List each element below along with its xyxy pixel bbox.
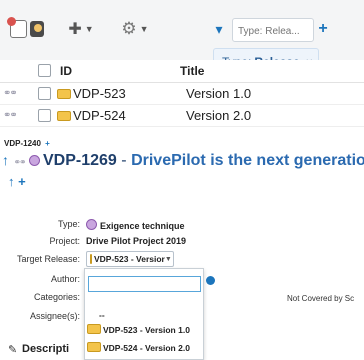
chevron-down-icon: ▼	[139, 24, 149, 34]
release-icon	[90, 254, 92, 264]
exigence-icon	[86, 219, 97, 230]
release-icon	[57, 89, 71, 99]
link-icon: ⚭⚭	[13, 157, 26, 167]
item-heading: ↑ ⚭⚭ VDP-1269 - DrivePilot is the next g…	[2, 152, 364, 170]
add-icon: +	[18, 174, 26, 189]
description-label: Descripti	[22, 343, 70, 355]
chevron-down-icon: ▼	[164, 255, 172, 263]
parent-breadcrumb[interactable]: VDP-1240 +	[4, 139, 50, 148]
row-id[interactable]: VDP-523	[57, 86, 126, 101]
project-label: Project:	[49, 236, 80, 246]
help-icon[interactable]	[206, 276, 215, 285]
dropdown-option-text: VDP-523 - Version 1.0	[103, 325, 190, 335]
project-value: Drive Pilot Project 2019	[86, 236, 187, 246]
target-release-label: Target Release:	[16, 254, 80, 264]
release-icon	[57, 111, 71, 121]
release-icon	[87, 324, 101, 334]
author-label: Author:	[50, 274, 80, 284]
dropdown-option[interactable]: VDP-523 - Version 1.0	[87, 324, 190, 335]
table-row[interactable]: ⚭⚭ VDP-523 Version 1.0	[0, 83, 364, 105]
user-document-icon	[29, 21, 44, 37]
add-menu-button[interactable]: ✚ ▼	[62, 14, 100, 44]
row-id-text: VDP-524	[73, 108, 126, 123]
type-value: Exigence technique	[86, 219, 185, 231]
item-title: DrivePilot is the next generation	[131, 152, 364, 169]
table-header: ID Title	[0, 60, 364, 83]
gear-icon: ⚙	[121, 19, 137, 38]
link-icon: ⚭⚭	[3, 110, 18, 121]
plus-icon: ✚	[68, 21, 82, 38]
row-id-text: VDP-523	[73, 86, 126, 101]
heading-separator: -	[121, 152, 127, 169]
add-parent-icon[interactable]: +	[45, 139, 50, 148]
chevron-down-icon: ▼	[84, 24, 94, 34]
new-item-button[interactable]	[7, 14, 44, 44]
target-release-dropdown: -- VDP-523 - Version 1.0 VDP-524 - Versi…	[84, 268, 204, 360]
dropdown-option-text: VDP-524 - Version 2.0	[103, 343, 190, 353]
up-arrow-icon[interactable]: ↑	[2, 152, 9, 168]
edit-pencil-icon: ✎	[8, 344, 18, 356]
new-document-icon	[7, 17, 27, 38]
dropdown-search-input[interactable]	[88, 276, 201, 292]
column-header-id[interactable]: ID	[60, 64, 72, 78]
row-title: Version 1.0	[186, 86, 252, 101]
chevron-down-icon: ▾	[215, 20, 223, 37]
dropdown-option[interactable]: VDP-524 - Version 2.0	[87, 342, 190, 353]
navigate-up-row[interactable]: ↑ +	[8, 174, 26, 189]
settings-menu-button[interactable]: ⚙ ▼	[116, 14, 154, 44]
add-filter-button[interactable]: +	[316, 14, 330, 44]
categories-label: Categories:	[33, 292, 80, 302]
row-checkbox[interactable]	[38, 109, 51, 122]
type-value-text: Exigence technique	[100, 221, 185, 231]
dropdown-option-empty[interactable]: --	[99, 310, 105, 320]
item-id: VDP-1269	[43, 152, 117, 169]
plus-icon: +	[318, 20, 328, 37]
column-header-title[interactable]: Title	[180, 64, 204, 78]
target-release-value: VDP-523 - Versior	[94, 254, 165, 264]
table-row[interactable]: ⚭⚭ VDP-524 Version 2.0	[0, 105, 364, 127]
row-id[interactable]: VDP-524	[57, 108, 126, 123]
release-icon	[87, 342, 101, 352]
filter-input-wrapper	[232, 18, 316, 42]
target-release-select[interactable]: VDP-523 - Versior ▼	[86, 251, 174, 267]
filter-input[interactable]	[236, 20, 316, 42]
assignees-label: Assignee(s):	[29, 311, 80, 321]
type-label: Type:	[57, 219, 80, 229]
select-all-checkbox[interactable]	[38, 64, 51, 77]
filter-type-dropdown[interactable]: ▾	[210, 14, 228, 44]
link-icon: ⚭⚭	[3, 88, 18, 99]
row-checkbox[interactable]	[38, 87, 51, 100]
row-title: Version 2.0	[186, 108, 252, 123]
up-arrow-icon: ↑	[8, 174, 15, 189]
parent-id[interactable]: VDP-1240	[4, 139, 41, 148]
coverage-status: Not Covered by Sc	[287, 294, 355, 303]
exigence-icon	[29, 155, 40, 166]
